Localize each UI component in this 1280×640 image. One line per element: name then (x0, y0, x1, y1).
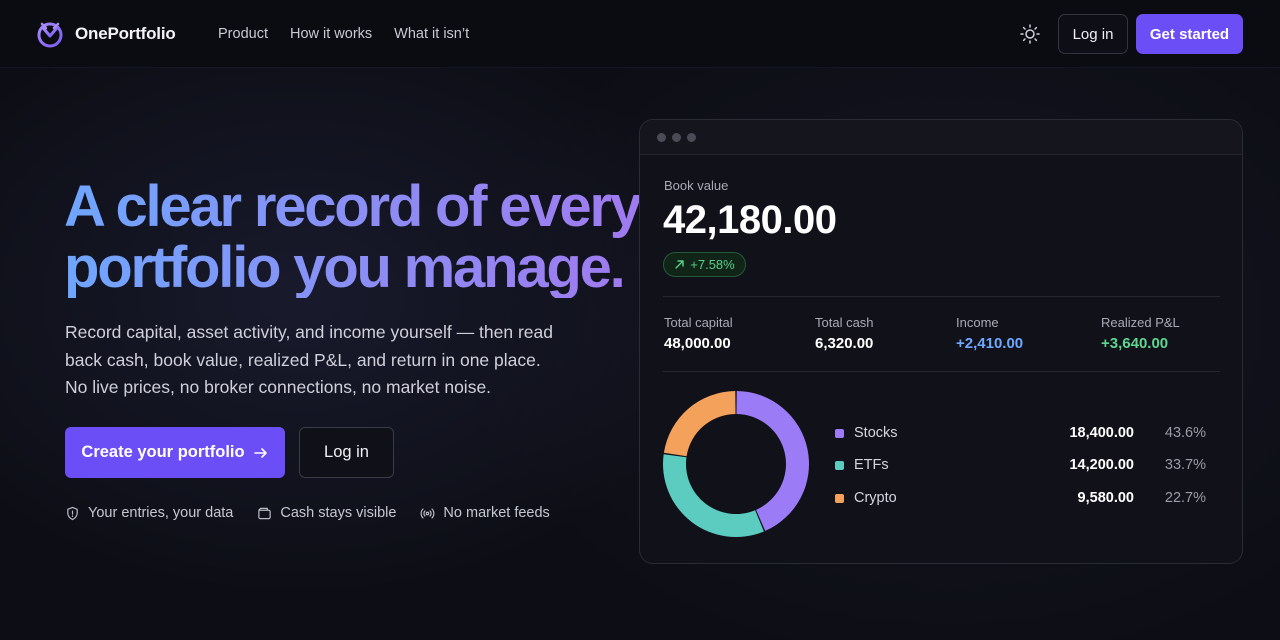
stat-label: Realized P&L (1101, 315, 1180, 330)
feature-item: Your entries, your data (65, 505, 233, 521)
stat-value: +3,640.00 (1101, 335, 1169, 352)
divider (663, 371, 1220, 372)
nav-link-how-it-works[interactable]: How it works (290, 26, 372, 42)
allocation-value: 18,400.00 (1069, 425, 1134, 441)
portfolio-preview-card: Book value 42,180.00 +7.58% Total capita… (639, 119, 1243, 564)
feature-item: No market feeds (420, 505, 550, 521)
window-dot (687, 133, 696, 142)
feature-label: No market feeds (443, 505, 550, 521)
book-value: 42,180.00 (663, 198, 837, 242)
stat-value: 6,320.00 (815, 335, 874, 352)
feature-item: Cash stays visible (257, 505, 396, 521)
top-navigation: OnePortfolio Product How it works What i… (0, 0, 1280, 68)
stat-total-cash: Total cash 6,320.00 (815, 315, 874, 352)
feature-label: Cash stays visible (280, 505, 397, 521)
hero-title: A clear record of every portfolio you ma… (64, 176, 644, 298)
donut-segment-etfs (663, 454, 764, 537)
trend-up-icon (675, 260, 684, 269)
allocation-percent: 22.7% (1164, 490, 1206, 506)
stat-value: 48,000.00 (664, 335, 731, 352)
brand[interactable]: OnePortfolio (36, 20, 176, 48)
stat-total-capital: Total capital 48,000.00 (664, 315, 733, 352)
legend-swatch (835, 493, 844, 503)
donut-segment-crypto (663, 391, 736, 457)
brand-logo-icon (37, 22, 63, 48)
legend-swatch (835, 428, 844, 438)
broadcast-icon (421, 507, 435, 519)
window-dot (657, 133, 666, 142)
donut-segment-stocks (736, 391, 809, 531)
create-portfolio-button[interactable]: Create your portfolio (65, 427, 285, 478)
feature-label: Your entries, your data (88, 505, 234, 521)
arrow-right-icon (253, 447, 267, 458)
allocation-row-crypto: Crypto 9,580.00 22.7% (835, 488, 1211, 508)
change-value: +7.58% (690, 257, 735, 272)
nav-link-product[interactable]: Product (218, 26, 268, 42)
nav-links: Product How it works What it isn’t (218, 26, 469, 42)
allocation-value: 9,580.00 (1077, 490, 1134, 506)
window-dot (672, 133, 681, 142)
allocation-value: 14,200.00 (1069, 457, 1134, 473)
hero-login-button[interactable]: Log in (299, 427, 394, 478)
get-started-button[interactable]: Get started (1136, 14, 1243, 54)
allocation-name: Stocks (854, 425, 898, 441)
hero-subtitle: Record capital, asset activity, and inco… (65, 322, 553, 397)
window-bar (640, 120, 1242, 155)
change-badge: +7.58% (663, 252, 746, 277)
divider (663, 296, 1220, 297)
feature-list: Your entries, your data Cash stays visib… (65, 505, 550, 521)
allocation-name: Crypto (854, 490, 897, 506)
stat-income: Income +2,410.00 (956, 315, 1023, 352)
stat-label: Total cash (815, 315, 874, 330)
stat-label: Income (956, 315, 999, 330)
wallet-icon (258, 507, 272, 519)
allocation-row-etfs: ETFs 14,200.00 33.7% (835, 455, 1211, 475)
nav-login-button[interactable]: Log in (1058, 14, 1128, 54)
stat-label: Total capital (664, 315, 733, 330)
allocation-percent: 43.6% (1164, 425, 1206, 441)
allocation-donut-chart (663, 391, 809, 537)
nav-link-what-it-isnt[interactable]: What it isn’t (394, 26, 469, 42)
create-portfolio-label: Create your portfolio (81, 443, 245, 461)
sun-icon[interactable] (1018, 22, 1042, 46)
allocation-row-stocks: Stocks 18,400.00 43.6% (835, 423, 1211, 443)
stat-value: +2,410.00 (956, 335, 1024, 352)
shield-icon (67, 506, 78, 520)
brand-name: OnePortfolio (75, 24, 176, 43)
allocation-percent: 33.7% (1164, 457, 1206, 473)
legend-swatch (835, 460, 844, 470)
stat-realized-pnl: Realized P&L +3,640.00 (1101, 315, 1180, 352)
book-value-label: Book value (664, 178, 729, 193)
allocation-name: ETFs (854, 457, 889, 473)
